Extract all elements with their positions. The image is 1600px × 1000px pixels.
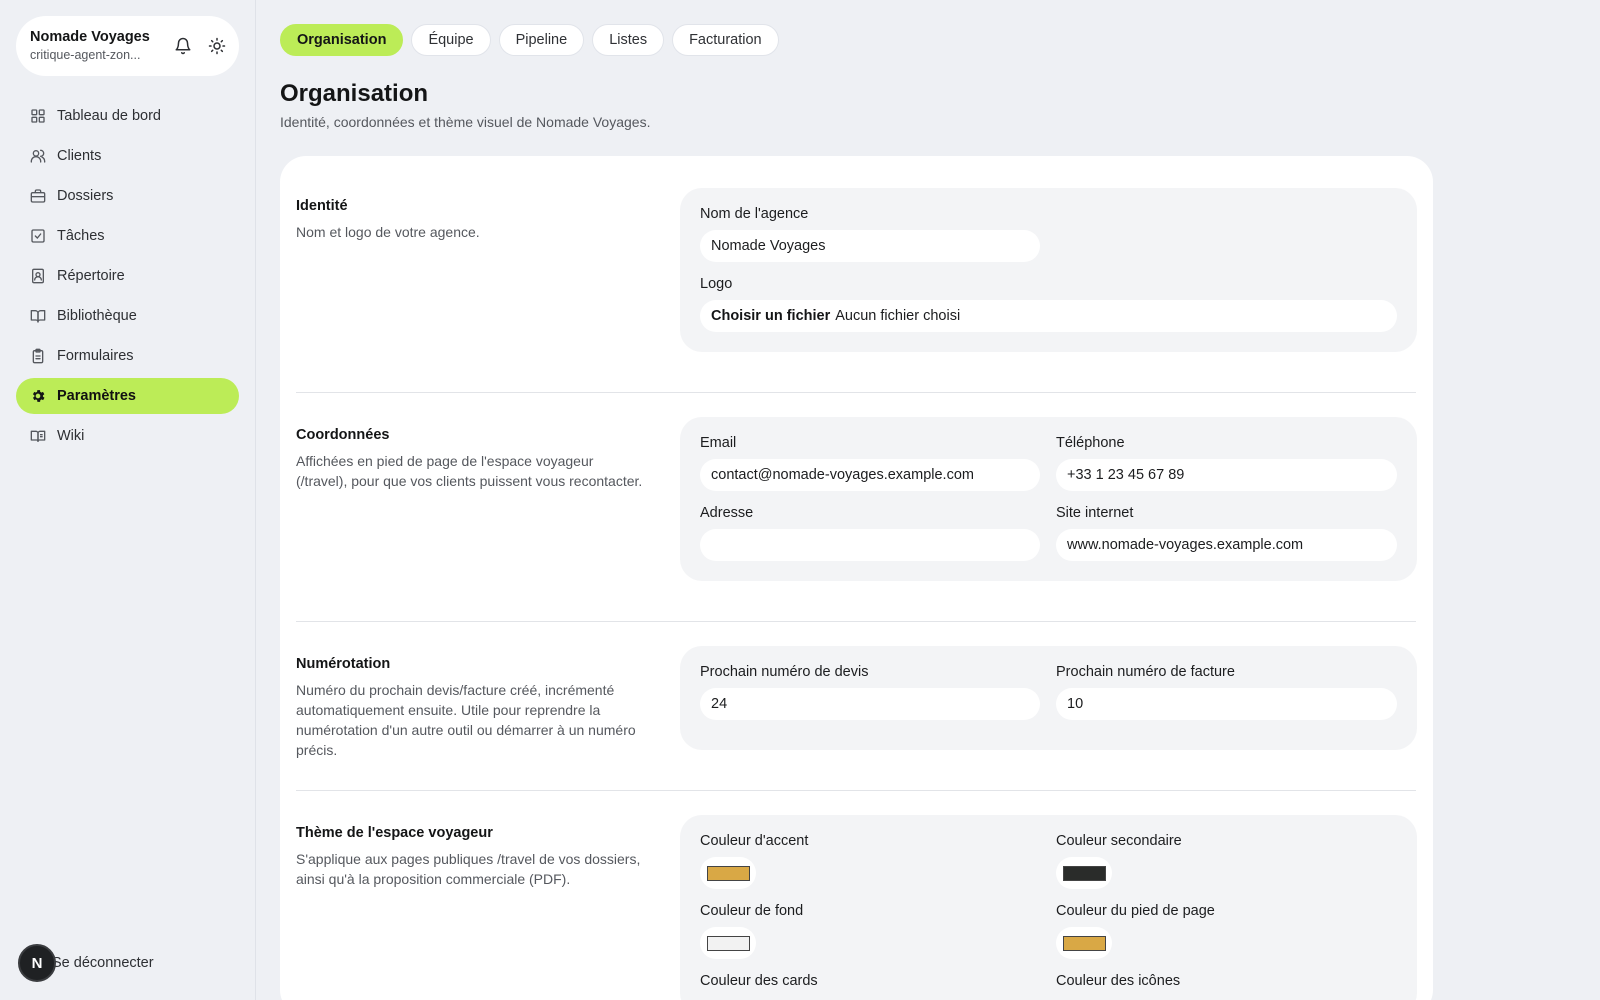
address-field[interactable] (700, 529, 1040, 561)
contact-panel: Email contact@nomade-voyages.example.com… (680, 417, 1417, 581)
divider (296, 621, 1416, 622)
phone-label: Téléphone (1056, 435, 1125, 451)
agency-name-input[interactable]: Nomade Voyages (700, 230, 1040, 262)
logout-button[interactable]: N Se déconnecter (18, 944, 154, 982)
background-color-label: Couleur de fond (700, 903, 804, 919)
secondary-color-label: Couleur secondaire (1056, 833, 1182, 849)
icons-color-label: Couleur des icônes (1056, 973, 1181, 989)
contact-book-icon (32, 268, 44, 284)
sidebar-item-formulaires[interactable]: Formulaires (16, 338, 239, 374)
dashboard-icon (31, 109, 45, 123)
section-title: Thème de l'espace voyageur (296, 825, 493, 841)
section-description: Affichées en pied de page de l'espace vo… (296, 453, 643, 489)
sidebar-item-tableau-de-bord[interactable]: Tableau de bord (16, 98, 239, 134)
address-label: Adresse (700, 505, 754, 521)
invoice-number-label: Prochain numéro de facture (1056, 664, 1235, 680)
book-icon (30, 310, 46, 323)
identity-panel: Nom de l'agence Nomade Voyages Logo Choi… (680, 188, 1417, 352)
settings-card: Identité Nom et logo de votre agence. No… (280, 156, 1433, 1000)
sidebar-item-bibliotheque[interactable]: Bibliothèque (16, 298, 239, 334)
logout-label: Se déconnecter (52, 955, 154, 971)
secondary-color-picker[interactable] (1056, 857, 1112, 889)
page-subtitle: Identité, coordonnées et thème visuel de… (280, 114, 651, 130)
divider (296, 392, 1416, 393)
sidebar-item-label: Wiki (57, 428, 85, 444)
sidebar-item-label: Paramètres (57, 388, 136, 404)
background-color-picker[interactable] (700, 927, 756, 959)
logo-label: Logo (700, 276, 733, 292)
checkbox-icon (31, 229, 45, 243)
tab-pipeline[interactable]: Pipeline (498, 24, 585, 56)
numbering-panel: Prochain numéro de devis 24 Prochain num… (680, 646, 1417, 750)
sidebar-item-label: Formulaires (57, 348, 134, 364)
sidebar-item-wiki[interactable]: Wiki (16, 418, 239, 454)
logo-file-input[interactable]: Choisir un fichier Aucun fichier choisi (700, 300, 1397, 332)
sidebar-item-dossiers[interactable]: Dossiers (16, 178, 239, 214)
tab-facturation[interactable]: Facturation (672, 24, 779, 56)
background-color-swatch (706, 935, 750, 951)
sidebar-item-clients[interactable]: Clients (16, 138, 239, 174)
email-field[interactable]: contact@nomade-voyages.example.com (700, 459, 1040, 491)
avatar[interactable]: N (18, 944, 56, 982)
workspace-subtitle: critique-agent-zon... (30, 48, 141, 62)
section-title: Coordonnées (296, 427, 390, 443)
file-status: Aucun fichier choisi (835, 308, 961, 324)
page-title: Organisation (280, 80, 429, 107)
sidebar-item-label: Dossiers (57, 188, 114, 204)
choose-file-button[interactable]: Choisir un fichier (711, 308, 830, 324)
section-description: S'applique aux pages publiques /travel d… (296, 851, 641, 887)
divider (296, 790, 1416, 791)
footer-color-label: Couleur du pied de page (1056, 903, 1215, 919)
briefcase-icon (30, 189, 46, 203)
section-description: Numéro du prochain devis/facture créé, i… (296, 682, 636, 758)
tab-equipe[interactable]: Équipe (411, 24, 491, 56)
section-title: Identité (296, 198, 348, 214)
accent-color-picker[interactable] (700, 857, 756, 889)
agency-name-label: Nom de l'agence (700, 206, 809, 222)
workspace-switcher[interactable]: Nomade Voyages critique-agent-zon... (16, 16, 239, 76)
phone-field[interactable]: +33 1 23 45 67 89 (1056, 459, 1397, 491)
tab-listes[interactable]: Listes (592, 24, 665, 56)
settings-tabs: Organisation Équipe Pipeline Listes Fact… (280, 24, 779, 56)
cards-color-label: Couleur des cards (700, 973, 818, 989)
sidebar-item-taches[interactable]: Tâches (16, 218, 239, 254)
invoice-number-input[interactable]: 10 (1056, 688, 1397, 720)
sidebar: Nomade Voyages critique-agent-zon... Tab… (0, 0, 256, 1000)
bell-icon[interactable] (174, 37, 192, 55)
sun-icon[interactable] (208, 37, 226, 55)
accent-color-swatch (706, 865, 750, 881)
sidebar-item-label: Clients (57, 148, 102, 164)
sidebar-item-label: Tableau de bord (57, 108, 161, 124)
sidebar-item-label: Répertoire (57, 268, 125, 284)
footer-color-swatch (1062, 935, 1106, 951)
quote-number-input[interactable]: 24 (700, 688, 1040, 720)
secondary-color-swatch (1062, 865, 1106, 881)
gear-icon (32, 390, 45, 402)
email-label: Email (700, 435, 737, 451)
clipboard-icon (32, 348, 44, 364)
sidebar-item-label: Tâches (57, 228, 105, 244)
website-label: Site internet (1056, 505, 1134, 521)
sidebar-item-parametres[interactable]: Paramètres (16, 378, 239, 414)
users-icon (30, 149, 46, 163)
accent-color-label: Couleur d'accent (700, 833, 809, 849)
quote-number-label: Prochain numéro de devis (700, 664, 869, 680)
tab-organisation[interactable]: Organisation (280, 24, 404, 56)
sidebar-nav: Tableau de bord Clients Dossiers Tâches … (16, 98, 239, 458)
footer-color-picker[interactable] (1056, 927, 1112, 959)
section-description: Nom et logo de votre agence. (296, 224, 480, 240)
website-field[interactable]: www.nomade-voyages.example.com (1056, 529, 1397, 561)
theme-panel: Couleur d'accent Couleur secondaire Coul… (680, 815, 1417, 1000)
sidebar-item-label: Bibliothèque (57, 308, 137, 324)
sidebar-item-repertoire[interactable]: Répertoire (16, 258, 239, 294)
section-title: Numérotation (296, 656, 391, 672)
open-book-icon (30, 430, 46, 442)
